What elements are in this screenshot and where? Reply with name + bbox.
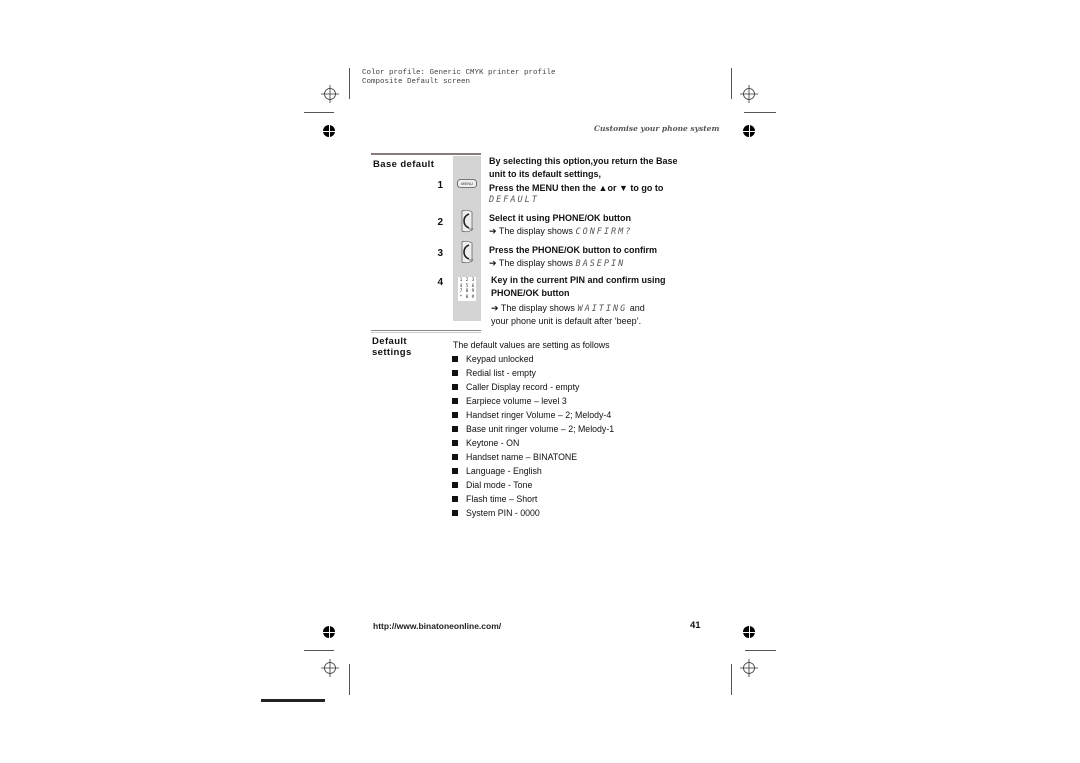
step-text: Press the MENU then the <box>489 183 597 193</box>
default-setting-item: Keytone - ON <box>452 436 692 450</box>
bullet-registration-icon <box>323 626 335 638</box>
default-setting-item: Flash time – Short <box>452 492 692 506</box>
crop-mark-top-right-vertical <box>731 68 732 99</box>
step-4-result: ➔ The display shows WAITING and <box>491 302 711 315</box>
default-settings-list: Keypad unlocked Redial list - empty Caller… <box>452 352 692 520</box>
arrow-right-icon: ➔ <box>489 226 497 236</box>
crop-mark-top-left-horizontal <box>304 112 334 113</box>
lcd-display-text: CONFIRM? <box>575 227 633 237</box>
svg-text:MENU: MENU <box>461 181 473 186</box>
result-text: The display shows <box>500 303 575 313</box>
section-rule <box>371 330 481 331</box>
step-1: Press the MENU then the ▲or ▼ to go to D… <box>489 182 709 205</box>
crop-mark-top-left-vertical <box>349 68 350 99</box>
base-default-intro: By selecting this option,you return the … <box>489 155 709 181</box>
step-2: Select it using PHONE/OK button ➔ The di… <box>489 212 709 238</box>
step-text: or <box>607 183 617 193</box>
page-edge-bar <box>261 699 325 702</box>
step-4-instruction: PHONE/OK button <box>491 288 570 298</box>
crop-mark-bottom-right-vertical <box>731 664 732 695</box>
down-arrow-icon: ▼ <box>618 183 628 193</box>
bullet-registration-icon <box>743 125 755 137</box>
step-3: Press the PHONE/OK button to confirm ➔ T… <box>489 244 709 270</box>
footer-url: http://www.binatoneonline.com/ <box>373 621 502 631</box>
registration-mark-icon <box>740 85 758 103</box>
registration-mark-icon <box>321 659 339 677</box>
base-default-title: Base default <box>373 159 435 170</box>
step-3-result: ➔ The display shows BASEPIN <box>489 257 709 270</box>
intro-line: By selecting this option,you return the … <box>489 156 678 166</box>
step-4-instruction: Key in the current PIN and confirm using <box>491 275 666 285</box>
registration-mark-icon <box>321 85 339 103</box>
result-text: The display shows <box>498 258 573 268</box>
default-setting-item: Earpiece volume – level 3 <box>452 394 692 408</box>
result-text: your phone unit is default after ‘beep’. <box>491 316 642 326</box>
step-number: 3 <box>437 248 443 259</box>
title-line: Default <box>372 336 407 347</box>
default-setting-item: Caller Display record - empty <box>452 380 692 394</box>
intro-line: unit to its default settings, <box>489 169 601 179</box>
svg-text:OK: OK <box>469 227 473 231</box>
step-number: 1 <box>437 180 443 191</box>
step-number: 2 <box>437 217 443 228</box>
menu-key-icon: MENU <box>457 179 477 188</box>
crop-mark-top-right-horizontal <box>744 112 776 113</box>
running-header-title: Customise your phone system <box>594 124 720 133</box>
lcd-display-text: BASEPIN <box>575 259 626 269</box>
default-setting-item: Handset ringer Volume – 2; Melody-4 <box>452 408 692 422</box>
lcd-display-text: DEFAULT <box>489 195 539 205</box>
bullet-registration-icon <box>323 125 335 137</box>
step-1-instruction: Press the MENU then the ▲or ▼ to go to <box>489 182 709 195</box>
composite-line: Composite Default screen <box>362 78 471 86</box>
default-setting-item: System PIN - 0000 <box>452 506 692 520</box>
svg-text:OK: OK <box>469 258 473 262</box>
section-rule <box>371 153 481 155</box>
default-setting-item: Language - English <box>452 464 692 478</box>
default-setting-item: Keypad unlocked <box>452 352 692 366</box>
page-number: 41 <box>690 620 701 631</box>
section-rule <box>371 332 481 333</box>
step-2-instruction: Select it using PHONE/OK button <box>489 213 632 223</box>
keypad-icon: 1 2 3 4 5 6 7 8 9 * 0 # <box>458 277 476 301</box>
phone-ok-key-icon: OK <box>461 209 473 233</box>
crop-mark-bottom-left-horizontal <box>304 650 334 651</box>
title-line: settings <box>372 347 412 358</box>
step-4: Key in the current PIN and confirm using… <box>491 274 711 327</box>
default-setting-item: Redial list - empty <box>452 366 692 380</box>
default-setting-item: Dial mode - Tone <box>452 478 692 492</box>
bullet-registration-icon <box>743 626 755 638</box>
step-3-instruction: Press the PHONE/OK button to confirm <box>489 245 658 255</box>
crop-mark-bottom-left-vertical <box>349 664 350 695</box>
color-profile-line: Color profile: Generic CMYK printer prof… <box>362 69 556 77</box>
default-setting-item: Base unit ringer volume – 2; Melody-1 <box>452 422 692 436</box>
step-2-result: ➔ The display shows CONFIRM? <box>489 225 709 238</box>
arrow-right-icon: ➔ <box>491 303 499 313</box>
step-number: 4 <box>437 277 443 288</box>
default-settings-title: Default settings <box>372 336 412 358</box>
arrow-right-icon: ➔ <box>489 258 497 268</box>
color-profile-note: Color profile: Generic CMYK printer prof… <box>362 69 556 87</box>
step-text: to go to <box>630 183 664 193</box>
default-setting-item: Handset name – BINATONE <box>452 450 692 464</box>
crop-mark-bottom-right-horizontal <box>745 650 776 651</box>
result-text: The display shows <box>498 226 573 236</box>
keypad-key: # <box>471 294 475 300</box>
phone-ok-key-icon: OK <box>461 240 473 264</box>
lcd-display-text: WAITING <box>577 304 628 314</box>
default-settings-intro: The default values are setting as follow… <box>453 340 610 350</box>
result-text: and <box>629 303 645 313</box>
registration-mark-icon <box>740 659 758 677</box>
